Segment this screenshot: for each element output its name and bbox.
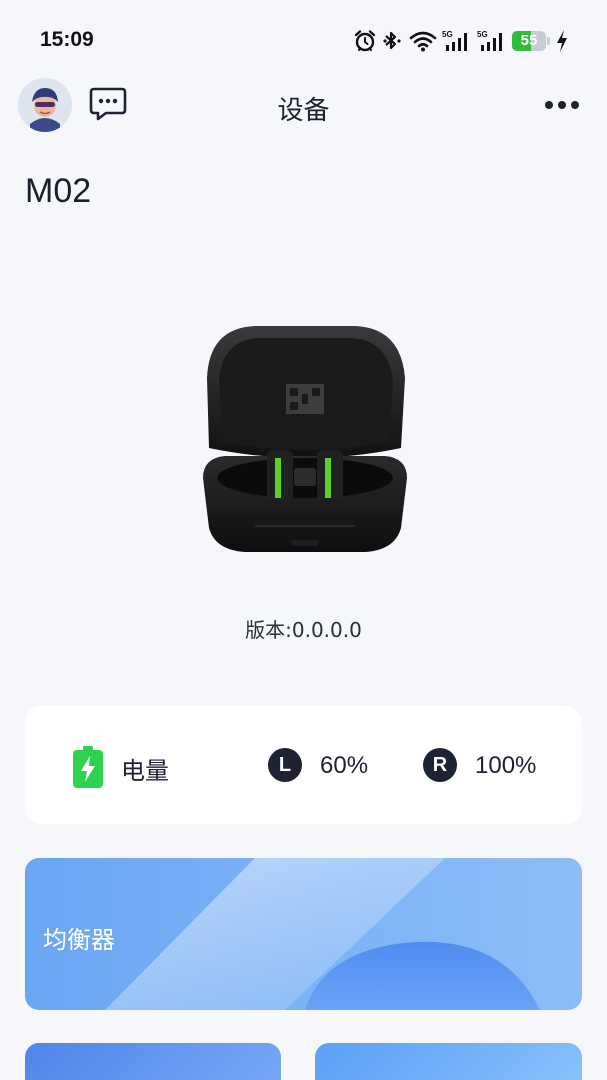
feature-tile-right[interactable] bbox=[315, 1043, 582, 1080]
app-header: 设备 bbox=[0, 76, 607, 136]
battery-percent: 55 bbox=[520, 32, 538, 49]
earbuds-case-image bbox=[195, 318, 415, 558]
left-earbud-battery: 60% bbox=[320, 752, 369, 779]
wifi-icon bbox=[409, 31, 437, 52]
battery-status-card: 电量 L 60% R 100% bbox=[25, 706, 582, 824]
left-earbud-badge: L bbox=[268, 748, 302, 782]
equalizer-card[interactable]: 均衡器 bbox=[25, 858, 582, 1010]
feature-tile-left[interactable] bbox=[25, 1043, 281, 1080]
battery-label: 电量 bbox=[121, 757, 169, 785]
more-options-button[interactable] bbox=[543, 94, 581, 116]
status-icons: 5G 5G 55 bbox=[353, 27, 569, 55]
page-title: 设备 bbox=[277, 96, 330, 126]
firmware-version: 版本:0.0.0.0 bbox=[245, 618, 362, 642]
network-label-2: 5G bbox=[477, 30, 488, 39]
signal-5g-icon: 5G bbox=[442, 30, 467, 51]
status-time: 15:09 bbox=[40, 28, 94, 51]
device-name: M02 bbox=[25, 172, 92, 210]
status-bar: 15:09 5G 5G 55 bbox=[0, 0, 607, 80]
alarm-icon bbox=[354, 30, 376, 52]
battery-charging-icon bbox=[73, 746, 103, 788]
signal-5g-icon-2: 5G bbox=[477, 30, 502, 51]
equalizer-label: 均衡器 bbox=[43, 926, 115, 954]
battery-icon: 55 bbox=[512, 31, 550, 51]
more-dots-icon bbox=[545, 101, 579, 109]
right-earbud-badge: R bbox=[423, 748, 457, 782]
charging-icon bbox=[557, 30, 567, 52]
right-earbud-battery: 100% bbox=[475, 752, 537, 779]
bluetooth-icon bbox=[383, 31, 401, 50]
network-label-1: 5G bbox=[442, 30, 453, 39]
